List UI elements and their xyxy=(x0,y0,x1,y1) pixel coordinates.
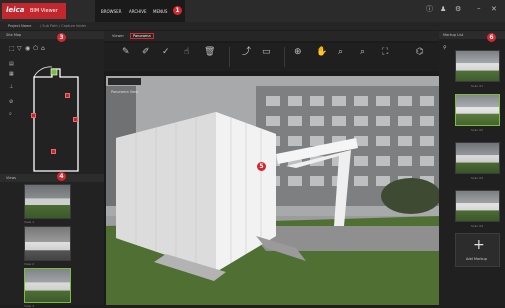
callout-6: 6 xyxy=(487,33,496,42)
current-position-marker xyxy=(50,68,58,76)
views-title: Views xyxy=(6,176,17,180)
scan-marker-2[interactable] xyxy=(31,113,36,118)
scan-marker-3[interactable] xyxy=(73,117,78,122)
polygon-icon[interactable]: ⬠ xyxy=(33,45,38,52)
scan-marker-4[interactable] xyxy=(51,149,56,154)
markup-thumbnail-4[interactable] xyxy=(455,190,500,222)
filter-list-icon[interactable]: ⚲ xyxy=(443,45,447,52)
app-name: BIM Viewer xyxy=(30,8,58,14)
grid-icon[interactable]: ▦ xyxy=(9,71,14,78)
select-icon[interactable]: ⬚ xyxy=(9,45,15,52)
pan-icon[interactable]: ✋ xyxy=(316,48,327,57)
select-markup-icon[interactable]: ☝ xyxy=(184,48,189,57)
right-panel: Markup List 6 ⚲ Scan 01 Scan 02 Scan 03 … xyxy=(439,31,505,305)
callout-5: 5 xyxy=(257,162,266,171)
title-bar: leica BIM Viewer BROWSER ARCHIVE MENUS 1… xyxy=(0,0,505,22)
close-icon[interactable]: ✕ xyxy=(491,6,497,13)
scan-icon[interactable]: ⊕ xyxy=(294,48,302,57)
pencil-icon[interactable]: ✎ xyxy=(122,48,130,57)
left-panel: Site Map 3 ⬚ ▽ ◉ ⬠ ⌂ ▤ ▦ ⊥ ⊘ ⌕ Views 4 V… xyxy=(0,31,104,308)
layer-icon[interactable]: ▤ xyxy=(9,61,14,68)
panorama-scene xyxy=(106,76,439,305)
zoom-icon[interactable]: ⌕ xyxy=(9,111,12,118)
viewer-tabs: Viewer Panorama xyxy=(104,31,439,41)
minimize-icon[interactable]: – xyxy=(477,5,481,12)
view-thumbnail-1[interactable] xyxy=(24,184,71,219)
tab-archive[interactable]: ARCHIVE xyxy=(129,9,147,14)
markup-thumbnail-2[interactable] xyxy=(455,94,500,126)
scene-label: Panorama View xyxy=(108,78,142,94)
add-markup-button[interactable]: + Add Markup xyxy=(455,233,500,267)
markup-label-2: Scan 02 xyxy=(471,128,484,132)
polyline-icon[interactable]: ⤴ xyxy=(242,48,251,57)
measure-icon[interactable]: ⊥ xyxy=(9,84,13,91)
view-label-2: View 2 xyxy=(24,262,34,266)
lock-icon[interactable]: ⌂ xyxy=(41,45,45,52)
breadcrumb-path[interactable]: / Sub Path / Capture folder xyxy=(40,24,86,28)
markup-label-1: Scan 01 xyxy=(471,84,484,88)
rectangle-icon[interactable]: ▭ xyxy=(262,48,271,57)
info-icon[interactable]: ⓘ xyxy=(426,6,433,13)
callout-4: 4 xyxy=(57,172,66,181)
filter-icon[interactable]: ▽ xyxy=(17,45,22,52)
toolbar-divider xyxy=(284,47,285,67)
site-map-title: Site Map xyxy=(6,33,22,37)
delete-icon[interactable]: 🗑 xyxy=(204,48,215,57)
eye-icon[interactable]: ◉ xyxy=(25,45,30,52)
breadcrumb-project[interactable]: Project Name xyxy=(8,24,31,28)
zoom-in-icon[interactable]: ⌕ xyxy=(338,48,343,57)
panorama-view[interactable]: Panorama View 5 xyxy=(106,76,439,305)
app-logo[interactable]: leica BIM Viewer xyxy=(2,3,66,19)
add-icon: + xyxy=(473,237,485,253)
markup-list-title: Markup List xyxy=(443,33,464,37)
settings-icon[interactable]: ⚙ xyxy=(455,6,461,13)
viewer-toolbar: ✎ ✐ ✓ ☝ 🗑 ⤴ ▭ ⊕ ✋ ⌕ ⌕ ⛶ ⌬ xyxy=(104,43,439,71)
logo-text: leica xyxy=(6,6,25,14)
zoom-out-icon[interactable]: ⌕ xyxy=(360,48,365,57)
hide-markup-icon[interactable]: ✓ xyxy=(162,48,170,57)
floor-plan-outline xyxy=(33,68,79,172)
markup-thumbnail-1[interactable] xyxy=(455,50,500,82)
callout-3: 3 xyxy=(57,33,66,42)
settings-viewer-icon[interactable]: ⌬ xyxy=(416,48,424,57)
scene-label-text: Panorama View xyxy=(111,90,139,94)
scan-marker-1[interactable] xyxy=(65,93,70,98)
tab-bar: BROWSER ARCHIVE MENUS xyxy=(95,0,185,22)
hide-icon[interactable]: ⊘ xyxy=(9,99,13,106)
view-thumbnail-2[interactable] xyxy=(24,226,71,261)
viewer-panel: Viewer Panorama 2 ✎ ✐ ✓ ☝ 🗑 ⤴ ▭ ⊕ ✋ ⌕ ⌕ … xyxy=(104,31,439,305)
view-label-1: View 1 xyxy=(24,220,34,224)
markup-label-4: Scan 04 xyxy=(471,224,484,228)
markup-label-3: Scan 03 xyxy=(471,176,484,180)
tab-viewer[interactable]: Viewer xyxy=(112,34,124,38)
tab-panorama[interactable]: Panorama xyxy=(130,33,154,39)
site-map-header: Site Map xyxy=(0,31,104,39)
door-arc xyxy=(33,66,53,78)
markup-thumbnail-3[interactable] xyxy=(455,142,500,174)
toolbar-divider xyxy=(229,47,230,67)
add-markup-label: Add Markup xyxy=(466,257,487,261)
brush-icon[interactable]: ✐ xyxy=(142,48,150,57)
view-thumbnail-3[interactable] xyxy=(24,268,71,303)
floor-plan[interactable] xyxy=(20,53,90,193)
breadcrumb: Project Name / Sub Path / Capture folder xyxy=(0,22,505,30)
views-header: Views xyxy=(0,174,104,182)
user-icon[interactable]: ♟ xyxy=(440,6,446,13)
callout-1: 1 xyxy=(173,6,182,15)
extend-icon[interactable]: ⛶ xyxy=(382,48,388,57)
tab-browser[interactable]: BROWSER xyxy=(101,9,121,14)
tab-menus[interactable]: MENUS xyxy=(153,9,167,14)
